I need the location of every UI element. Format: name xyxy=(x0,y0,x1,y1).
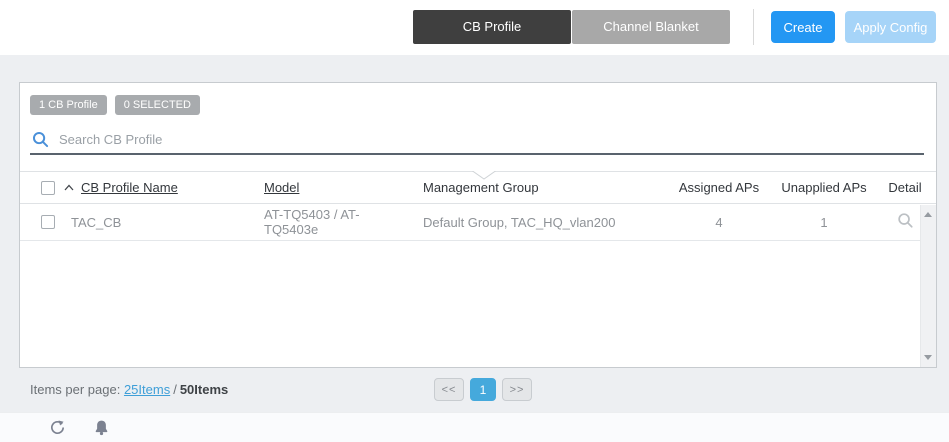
cell-unapplied-aps: 1 xyxy=(820,214,828,230)
page-size-25-link[interactable]: 25Items xyxy=(124,382,170,397)
column-header-management-group: Management Group xyxy=(423,180,539,195)
tab-cb-profile[interactable]: CB Profile xyxy=(413,10,571,44)
profile-count-badge: 1 CB Profile xyxy=(30,95,107,115)
items-per-page-label: Items per page: xyxy=(30,382,121,397)
total-items-label: 50Items xyxy=(179,382,229,397)
scroll-up-arrow-icon[interactable] xyxy=(924,212,932,217)
selected-count-badge: 0 SELECTED xyxy=(114,95,200,115)
search-icon xyxy=(32,131,49,147)
pagination-last-button[interactable]: >> xyxy=(502,378,532,401)
cell-management-group: Default Group, TAC_HQ_vlan200 xyxy=(423,214,616,230)
cell-assigned-aps: 4 xyxy=(715,214,723,230)
view-tab-group: CB Profile Channel Blanket xyxy=(413,10,730,44)
column-header-assigned-aps: Assigned APs xyxy=(678,180,760,195)
scroll-down-arrow-icon[interactable] xyxy=(924,355,932,360)
pagination-current-page[interactable]: 1 xyxy=(470,378,496,401)
column-header-unapplied-aps: Unapplied APs xyxy=(781,180,867,195)
select-all-checkbox[interactable] xyxy=(41,180,55,195)
sort-ascending-icon[interactable] xyxy=(64,184,74,191)
cb-profile-panel: 1 CB Profile 0 SELECTED CB P xyxy=(19,82,937,368)
notifications-bell-icon[interactable] xyxy=(94,419,109,436)
table-header-row: CB Profile Name Model Management Group A… xyxy=(20,171,936,204)
header-notch-icon xyxy=(472,171,496,180)
bottom-status-bar xyxy=(0,412,949,442)
pagination-first-button[interactable]: << xyxy=(434,378,464,401)
search-bar xyxy=(30,125,924,155)
cb-profile-table: CB Profile Name Model Management Group A… xyxy=(20,171,936,367)
apply-config-button[interactable]: Apply Config xyxy=(845,11,936,43)
search-input[interactable] xyxy=(59,127,924,151)
table-row: TAC_CB AT-TQ5403 / AT-TQ5403e Default Gr… xyxy=(20,204,936,241)
column-header-detail: Detail xyxy=(888,180,922,195)
row-select-checkbox[interactable] xyxy=(41,215,55,229)
create-button[interactable]: Create xyxy=(771,11,835,43)
refresh-icon[interactable] xyxy=(49,419,66,436)
table-footer: Items per page: 25Items/50Items << 1 >> xyxy=(19,368,937,412)
tab-channel-blanket[interactable]: Channel Blanket xyxy=(572,10,730,44)
cell-model: AT-TQ5403 / AT-TQ5403e xyxy=(264,207,360,237)
cell-profile-name: TAC_CB xyxy=(71,214,122,230)
detail-magnifier-icon xyxy=(897,213,913,228)
column-header-name[interactable]: CB Profile Name xyxy=(81,180,178,195)
pagination: << 1 >> xyxy=(434,378,532,401)
items-per-page: Items per page: 25Items/50Items xyxy=(30,382,228,397)
column-header-model[interactable]: Model xyxy=(264,180,299,195)
items-separator: / xyxy=(173,382,177,397)
badge-row: 1 CB Profile 0 SELECTED xyxy=(30,95,200,115)
toolbar-divider xyxy=(753,9,754,45)
table-vertical-scrollbar[interactable] xyxy=(920,205,936,367)
top-toolbar: CB Profile Channel Blanket Create Apply … xyxy=(0,0,949,55)
